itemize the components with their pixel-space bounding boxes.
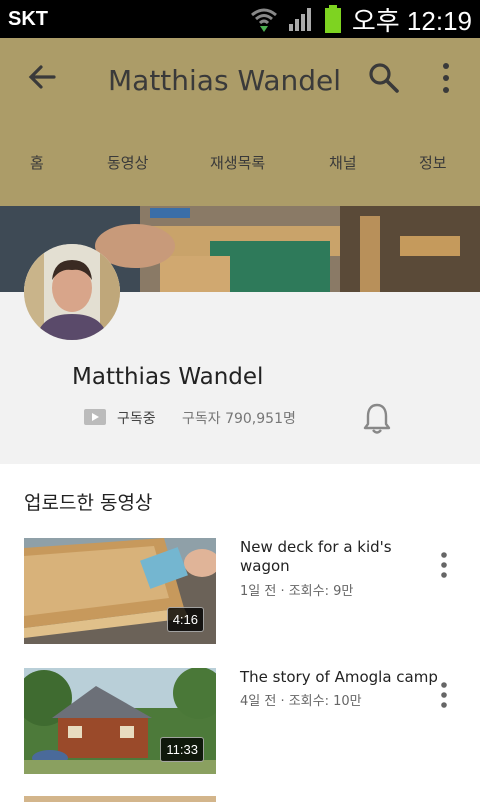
more-options-icon[interactable]	[434, 548, 454, 582]
subscriber-count: 구독자 790,951명	[182, 411, 296, 427]
tab-playlists[interactable]: 재생목록	[210, 152, 265, 173]
tab-about[interactable]: 정보	[419, 152, 447, 173]
channel-avatar[interactable]	[24, 244, 120, 340]
video-item[interactable]: 11:33 The story of Amogla camp 4일 전 · 조회…	[0, 668, 480, 778]
channel-tabs: 홈 동영상 재생목록 채널 정보	[0, 138, 480, 188]
video-thumbnail[interactable]	[24, 796, 216, 802]
subscribed-button[interactable]: 구독중	[117, 408, 156, 428]
tab-channels[interactable]: 채널	[329, 152, 357, 173]
more-options-icon[interactable]	[430, 58, 462, 98]
status-bar: SKT 오후 12:19	[0, 0, 480, 38]
video-title[interactable]: New deck for a kid's wagon	[240, 538, 416, 576]
tab-videos[interactable]: 동영상	[107, 152, 148, 173]
signal-icon	[288, 8, 311, 31]
channel-name: Matthias Wandel	[72, 364, 264, 390]
back-arrow-icon[interactable]	[24, 60, 60, 96]
video-item[interactable]: 4:16 New deck for a kid's wagon 1일 전 · 조…	[0, 538, 480, 648]
page-title: Matthias Wandel	[108, 64, 342, 97]
section-title: 업로드한 동영상	[24, 492, 153, 514]
clock: 오후 12:19	[351, 5, 472, 36]
video-duration: 11:33	[160, 737, 204, 762]
status-icons: 오후 12:19	[250, 3, 472, 36]
video-duration: 4:16	[166, 607, 204, 632]
carrier-label: SKT	[8, 8, 48, 30]
video-meta: 1일 전 · 조회수: 9만	[240, 584, 354, 599]
avatar-image	[24, 244, 120, 340]
more-options-icon[interactable]	[434, 678, 454, 712]
video-meta: 4일 전 · 조회수: 10만	[240, 694, 362, 709]
search-icon[interactable]	[364, 58, 404, 98]
tab-home[interactable]: 홈	[30, 152, 44, 173]
app-bar: Matthias Wandel 홈 동영상 재생목록 채널 정보	[0, 38, 480, 206]
video-thumbnail[interactable]: 11:33	[24, 668, 216, 774]
battery-icon	[324, 5, 341, 33]
notification-bell-icon[interactable]	[361, 402, 393, 436]
youtube-play-icon	[84, 409, 106, 425]
video-thumbnail[interactable]: 4:16	[24, 538, 216, 644]
video-title[interactable]: The story of Amogla camp	[240, 668, 440, 687]
wifi-icon	[250, 8, 277, 32]
